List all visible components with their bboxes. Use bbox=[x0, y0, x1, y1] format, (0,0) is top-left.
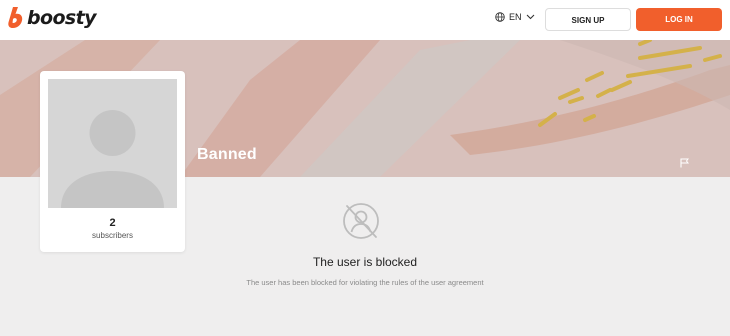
avatar bbox=[48, 79, 177, 208]
signup-button[interactable]: SIGN UP bbox=[545, 8, 631, 31]
subscribers-label: subscribers bbox=[92, 231, 133, 240]
flag-icon bbox=[680, 158, 689, 168]
boosty-logo-icon bbox=[8, 7, 23, 29]
logo[interactable]: boosty bbox=[8, 7, 96, 29]
blocked-title: The user is blocked bbox=[312, 255, 418, 269]
logo-text: boosty bbox=[27, 7, 96, 29]
default-avatar-icon bbox=[61, 110, 164, 208]
subscribers-count: 2 bbox=[109, 217, 116, 229]
profile-name: Banned bbox=[197, 146, 257, 163]
report-button[interactable] bbox=[680, 155, 689, 173]
globe-icon bbox=[495, 12, 505, 22]
user-blocked-icon bbox=[340, 200, 382, 247]
language-selector[interactable]: EN bbox=[495, 12, 535, 22]
chevron-down-icon bbox=[526, 14, 534, 20]
profile-card: 2 subscribers bbox=[40, 71, 185, 252]
top-header: boosty EN SIGN UP LOG IN bbox=[0, 0, 730, 40]
language-label: EN bbox=[509, 12, 522, 22]
blocked-description: The user has been blocked for violating … bbox=[246, 278, 484, 287]
login-button[interactable]: LOG IN bbox=[636, 8, 722, 31]
